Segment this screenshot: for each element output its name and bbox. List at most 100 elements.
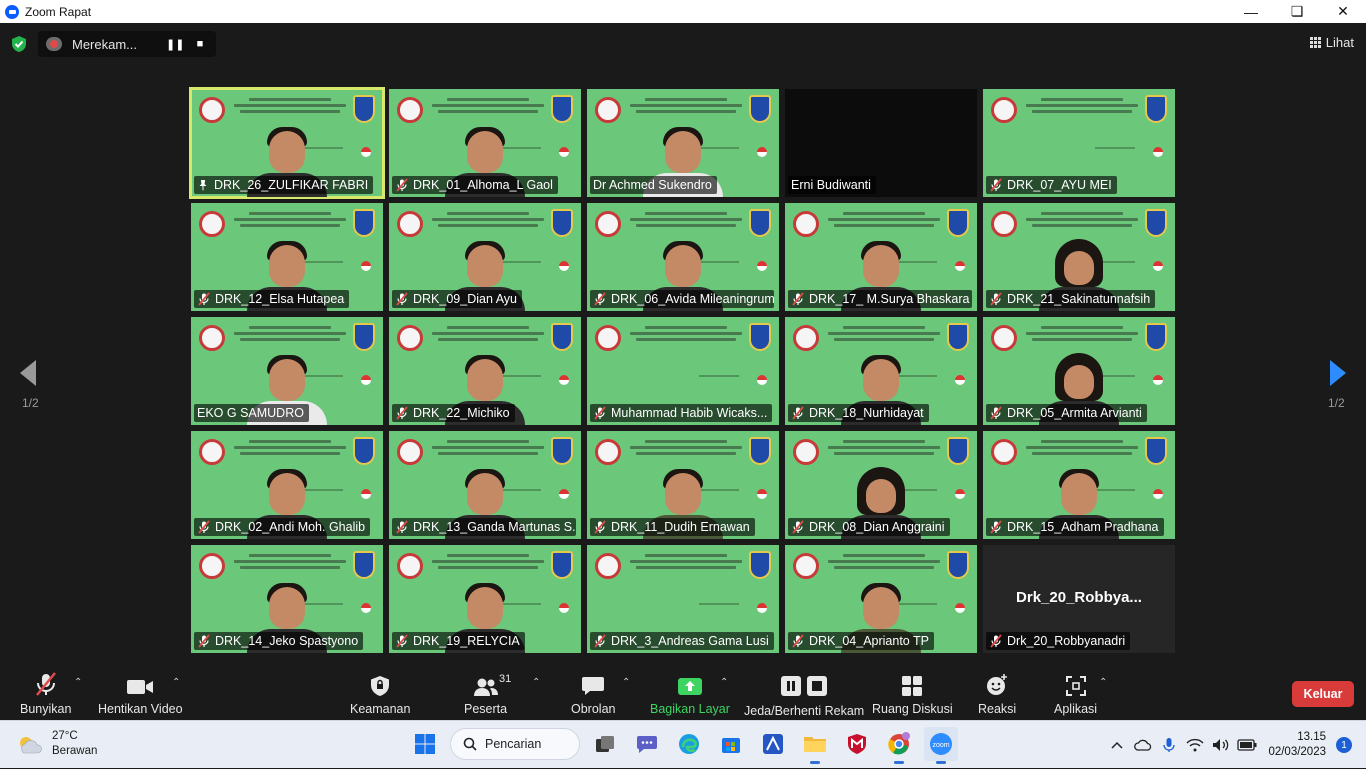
apps-button[interactable]: Aplikasi [1054,671,1097,716]
unmute-button[interactable]: Bunyikan [20,671,71,716]
dictionary-app-icon[interactable] [756,727,790,761]
participant-video-tile[interactable]: Dr Achmed Sukendro [587,89,779,197]
encryption-shield-icon[interactable] [8,33,30,55]
participant-video-tile[interactable]: DRK_15_Adham Pradhana [983,431,1175,539]
pause-recording-icon[interactable]: ❚❚ [166,38,184,51]
previous-page-arrow-icon[interactable] [13,353,43,393]
participant-video-tile[interactable]: Drk_20_Robbya... Drk_20_Robbyanadri [983,545,1175,653]
show-hidden-icons-chevron-icon[interactable] [1104,732,1130,758]
battery-icon[interactable] [1234,732,1260,758]
participant-nameplate: DRK_07_AYU MEI [986,176,1117,194]
emblem-right-icon [749,323,771,351]
zoom-app-icon[interactable]: zoom [924,727,958,764]
video-options-caret-icon[interactable]: ⌃ [172,677,180,688]
wifi-icon[interactable] [1182,732,1208,758]
onedrive-cloud-icon[interactable] [1130,732,1156,758]
participant-video-tile[interactable]: DRK_08_Dian Anggraini [785,431,977,539]
windows-start-icon[interactable] [408,727,442,761]
participant-video-tile[interactable]: DRK_05_Armita Arvianti [983,317,1175,425]
edge-browser-icon[interactable] [672,727,706,761]
mcafee-icon[interactable] [840,727,874,761]
weather-widget[interactable]: 27°C Berawan [16,729,97,759]
share-options-caret-icon[interactable]: ⌃ [720,677,728,688]
flag-icon [559,375,569,385]
taskbar-clock[interactable]: 13.15 02/03/2023 [1268,730,1326,760]
participant-video-tile[interactable]: DRK_01_Alhoma_L Gaol [389,89,581,197]
taskbar-search-box[interactable]: Pencarian [450,728,580,760]
participant-video-tile[interactable]: DRK_02_Andi Moh. Ghalib [191,431,383,539]
pause-stop-recording-button[interactable]: Jeda/Berhenti Rekam [744,671,864,718]
participant-video-tile[interactable]: DRK_18_Nurhidayat [785,317,977,425]
task-view-icon[interactable] [588,727,622,761]
reactions-label: Reaksi [978,702,1017,716]
participant-nameplate: Erni Budiwanti [788,176,876,194]
search-label: Pencarian [485,737,542,751]
volume-icon[interactable] [1208,732,1234,758]
maximize-button[interactable]: ❏ [1274,0,1320,23]
notification-badge[interactable]: 1 [1336,737,1352,753]
emblem-right-icon [749,551,771,579]
apps-options-caret-icon[interactable]: ⌃ [1099,677,1107,688]
participant-video-tile[interactable]: DRK_04_Aprianto TP [785,545,977,653]
chat-teams-icon[interactable] [630,727,664,761]
share-screen-button[interactable]: Bagikan Layar [650,671,730,716]
file-explorer-icon[interactable] [798,727,832,764]
audio-options-caret-icon[interactable]: ⌃ [74,677,82,688]
stop-video-button[interactable]: Hentikan Video [98,671,183,716]
stop-recording-icon[interactable]: ■ [192,38,208,50]
participant-video-tile[interactable]: DRK_22_Michiko [389,317,581,425]
microsoft-store-icon[interactable] [714,727,748,761]
security-button[interactable]: Keamanan [350,671,410,716]
close-button[interactable]: ✕ [1320,0,1366,23]
emblem-right-icon [947,437,969,465]
view-button[interactable]: Lihat [1309,35,1354,50]
participant-name: DRK_06_Avida Mileaningrum [611,292,774,306]
participant-video-tile[interactable]: DRK_3_Andreas Gama Lusi [587,545,779,653]
participant-video-tile[interactable]: DRK_17_ M.Surya Bhaskara [785,203,977,311]
microphone-muted-icon [989,634,1003,648]
participant-video-tile[interactable]: DRK_14_Jeko Spastyono [191,545,383,653]
participant-name: Erni Budiwanti [791,178,871,192]
participant-video-tile[interactable]: EKO G SAMUDRO [191,317,383,425]
emblem-left-icon [595,325,621,351]
minimize-button[interactable]: — [1228,0,1274,23]
share-screen-icon [677,671,703,697]
recording-indicator[interactable]: Merekam... ❚❚ ■ [38,31,216,57]
participant-video-tile[interactable]: Erni Budiwanti [785,89,977,197]
flag-icon [757,603,767,613]
participant-video-tile[interactable]: DRK_09_Dian Ayu [389,203,581,311]
participant-video-tile[interactable]: DRK_21_Sakinatunnafsih [983,203,1175,311]
stop-video-label: Hentikan Video [98,702,183,716]
weather-description: Berawan [52,745,98,757]
emblem-left-icon [793,211,819,237]
participant-name: DRK_22_Michiko [413,406,510,420]
reactions-button[interactable]: Reaksi [978,671,1016,716]
next-page-arrow-icon[interactable] [1323,353,1353,393]
microphone-tray-icon[interactable] [1156,732,1182,758]
chat-button[interactable]: Obrolan [571,671,615,716]
breakout-rooms-button[interactable]: Ruang Diskusi [872,671,953,716]
participant-video-tile[interactable]: Muhammad Habib Wicaks... [587,317,779,425]
participant-video-tile[interactable]: DRK_13_Ganda Martunas S... [389,431,581,539]
chrome-browser-icon[interactable] [882,727,916,764]
participant-nameplate: DRK_21_Sakinatunnafsih [986,290,1156,308]
title-bar: Zoom Rapat — ❏ ✕ [0,0,1366,23]
emblem-right-icon [353,323,375,351]
leave-meeting-button[interactable]: Keluar [1292,681,1354,707]
breakout-rooms-icon [901,671,923,697]
chat-options-caret-icon[interactable]: ⌃ [622,677,630,688]
participant-video-tile[interactable]: DRK_19_RELYCIA [389,545,581,653]
emblem-right-icon [947,551,969,579]
flag-icon [361,603,371,613]
page-indicator-left: 1/2 [22,396,39,410]
participant-video-tile[interactable]: DRK_26_ZULFIKAR FABRI [189,87,385,199]
participant-video-tile[interactable]: DRK_11_Dudih Ernawan [587,431,779,539]
participant-video-tile[interactable]: DRK_06_Avida Mileaningrum [587,203,779,311]
emblem-right-icon [749,209,771,237]
participant-video-tile[interactable]: DRK_07_AYU MEI [983,89,1175,197]
participant-video-tile[interactable]: DRK_12_Elsa Hutapea [191,203,383,311]
window-title: Zoom Rapat [25,4,92,19]
windows-taskbar: 27°C Berawan Pencarian zoom 13.15 02/03/… [0,720,1366,768]
emblem-left-icon [793,325,819,351]
participants-options-caret-icon[interactable]: ⌃ [532,677,540,688]
